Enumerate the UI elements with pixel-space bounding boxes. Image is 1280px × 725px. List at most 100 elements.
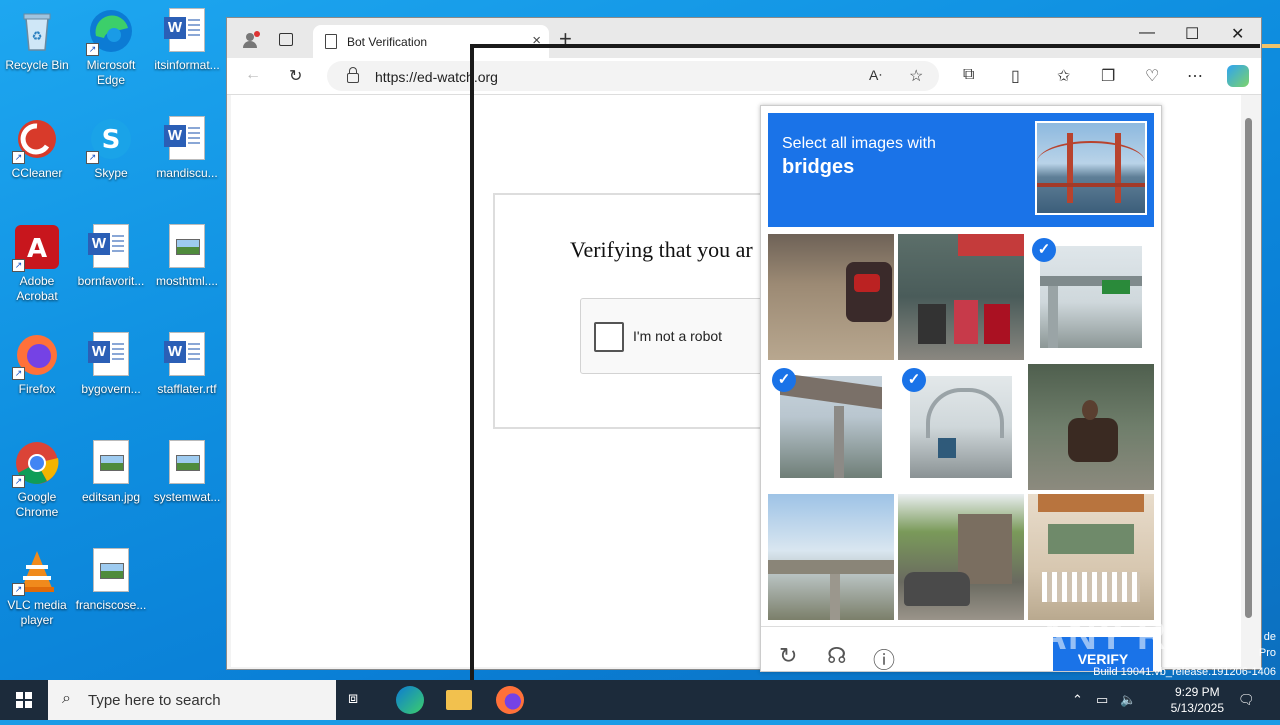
desktop-icon-adobe-acrobat[interactable]: A ↗ Adobe Acrobat xyxy=(0,224,74,304)
close-window-button[interactable]: ✕ xyxy=(1231,24,1244,44)
desktop-icon-google-chrome[interactable]: ↗ Google Chrome xyxy=(0,440,74,520)
desktop-icon-vlc[interactable]: ↗ VLC media player xyxy=(0,548,74,628)
desktop-icon-itsinformat[interactable]: W itsinformat... xyxy=(150,8,224,73)
split-screen-icon[interactable]: ▯ xyxy=(1011,66,1020,86)
tray-chevron-icon[interactable]: ⌃ xyxy=(1072,692,1083,708)
captcha-tile-2[interactable] xyxy=(898,234,1024,360)
taskbar-edge-icon[interactable] xyxy=(396,686,424,714)
favorites-icon[interactable]: ✩ xyxy=(1057,66,1070,86)
tab-actions-icon[interactable] xyxy=(279,33,293,46)
file-explorer-icon[interactable] xyxy=(446,690,472,710)
desktop-icon-label: mosthtml.... xyxy=(155,274,218,288)
taskbar-clock[interactable]: 9:29 PM 5/13/2025 xyxy=(1171,684,1224,716)
captcha-tile-7[interactable] xyxy=(768,494,894,620)
reload-icon[interactable]: ↻ xyxy=(779,643,797,669)
browser-essentials-icon[interactable]: ♡ xyxy=(1145,66,1159,86)
maximize-button[interactable]: ☐ xyxy=(1185,24,1199,44)
overlay-frame-accent xyxy=(1262,44,1280,48)
ccleaner-icon: ↗ xyxy=(12,116,60,164)
tab-title: Bot Verification xyxy=(347,35,428,49)
firefox-icon: ↗ xyxy=(12,332,60,380)
recycle-bin-icon: ♻ xyxy=(14,8,60,54)
selected-check-icon: ✓ xyxy=(1032,238,1056,262)
network-icon[interactable]: ▭ xyxy=(1096,692,1108,708)
captcha-tile-5-selected[interactable]: ✓ xyxy=(898,364,1024,490)
svg-text:A: A xyxy=(27,234,47,264)
search-placeholder: Type here to search xyxy=(88,692,221,709)
captcha-tile-1[interactable] xyxy=(768,234,894,360)
anyrun-watermark: ANY RUN xyxy=(1038,614,1227,658)
build-info-partial-1: de xyxy=(1263,631,1276,643)
captcha-sample-image xyxy=(1035,121,1147,215)
tab-strip: Bot Verification × + — ☐ ✕ xyxy=(227,18,1261,58)
desktop-icon-mosthtml[interactable]: mosthtml.... xyxy=(150,224,224,289)
desktop-icon-bygovern[interactable]: W bygovern... xyxy=(74,332,148,397)
desktop-icon-bornfavorit[interactable]: W bornfavorit... xyxy=(74,224,148,289)
shortcut-arrow-icon: ↗ xyxy=(12,475,25,488)
desktop-icon-label: CCleaner xyxy=(11,166,63,180)
desktop-icon-skype[interactable]: S ↗ Skype xyxy=(74,116,148,181)
desktop-icon-editsan[interactable]: editsan.jpg xyxy=(74,440,148,505)
audio-challenge-icon[interactable]: ☊ xyxy=(827,643,847,669)
verification-card: Verifying that you ar I'm not a robot xyxy=(493,193,797,429)
skype-icon: S ↗ xyxy=(86,116,134,164)
info-icon[interactable]: ⓘ xyxy=(873,643,895,671)
taskbar-firefox-icon[interactable] xyxy=(496,686,524,714)
notifications-icon[interactable]: 🗨 xyxy=(1238,692,1255,708)
copilot-icon[interactable] xyxy=(1227,65,1249,87)
captcha-prompt: Select all images with xyxy=(782,135,936,152)
recaptcha-widget[interactable]: I'm not a robot xyxy=(580,298,782,374)
desktop-icon-firefox[interactable]: ↗ Firefox xyxy=(0,332,74,397)
captcha-tile-6[interactable] xyxy=(1028,364,1154,490)
favorite-star-icon[interactable]: ☆ xyxy=(909,66,923,86)
read-aloud-icon[interactable]: Aᐧ xyxy=(869,67,882,84)
collections-icon[interactable]: ❐ xyxy=(1101,66,1115,86)
page-scrollbar[interactable] xyxy=(1244,100,1254,660)
clock-time: 9:29 PM xyxy=(1174,685,1220,699)
desktop-icon-label: stafflater.rtf xyxy=(157,382,217,396)
scroll-thumb[interactable] xyxy=(1245,118,1252,618)
desktop-icon-label: Adobe Acrobat xyxy=(16,274,58,303)
captcha-tile-3-selected[interactable]: ✓ xyxy=(1028,234,1154,360)
svg-text:♻: ♻ xyxy=(32,29,43,43)
chrome-icon: ↗ xyxy=(12,440,60,488)
taskbar-search[interactable]: ⌕ Type here to search xyxy=(48,680,336,720)
captcha-tile-9[interactable] xyxy=(1028,494,1154,620)
desktop-icon-microsoft-edge[interactable]: ↗ Microsoft Edge xyxy=(74,8,148,88)
captcha-tile-4-selected[interactable]: ✓ xyxy=(768,364,894,490)
more-menu-icon[interactable]: ⋯ xyxy=(1187,66,1203,86)
desktop-icon-systemwat[interactable]: systemwat... xyxy=(150,440,224,505)
desktop-icon-label: Microsoft Edge xyxy=(86,58,136,87)
shortcut-arrow-icon: ↗ xyxy=(12,583,25,596)
image-file-icon xyxy=(88,548,134,594)
desktop-icon-franciscose[interactable]: franciscose... xyxy=(74,548,148,613)
captcha-tile-8[interactable] xyxy=(898,494,1024,620)
task-view-icon[interactable]: ⧈ xyxy=(348,690,376,718)
desktop-icon-label: Skype xyxy=(94,166,128,180)
desktop-icon-stafflater[interactable]: W stafflater.rtf xyxy=(150,332,224,397)
back-icon[interactable]: ← xyxy=(245,66,261,84)
image-file-icon xyxy=(164,224,210,270)
captcha-header: Select all images with bridges xyxy=(768,113,1154,227)
profile-icon[interactable] xyxy=(241,30,261,55)
desktop-icon-recycle-bin[interactable]: ♻ Recycle Bin xyxy=(0,8,74,73)
extensions-icon[interactable]: ⧉ xyxy=(963,66,974,84)
new-tab-button[interactable]: + xyxy=(559,26,572,52)
desktop-icon-ccleaner[interactable]: ↗ CCleaner xyxy=(0,116,74,181)
search-icon: ⌕ xyxy=(62,690,71,707)
shortcut-arrow-icon: ↗ xyxy=(12,259,25,272)
refresh-icon[interactable]: ↻ xyxy=(289,66,302,86)
desktop-icon-label: Firefox xyxy=(18,382,56,396)
robot-checkbox[interactable] xyxy=(594,322,624,352)
url-text: https://ed-watch.org xyxy=(375,69,498,85)
svg-text:S: S xyxy=(102,125,121,155)
tab-bot-verification[interactable]: Bot Verification × xyxy=(313,25,549,58)
address-bar[interactable]: https://ed-watch.org Aᐧ ☆ xyxy=(327,61,939,91)
overlay-frame-left xyxy=(470,44,474,694)
start-button[interactable] xyxy=(0,680,48,720)
minimize-button[interactable]: — xyxy=(1139,24,1155,42)
volume-icon[interactable]: 🔈 xyxy=(1120,692,1136,708)
word-document-icon: W xyxy=(164,116,210,162)
clock-date: 5/13/2025 xyxy=(1170,701,1224,715)
desktop-icon-mandiscu[interactable]: W mandiscu... xyxy=(150,116,224,181)
